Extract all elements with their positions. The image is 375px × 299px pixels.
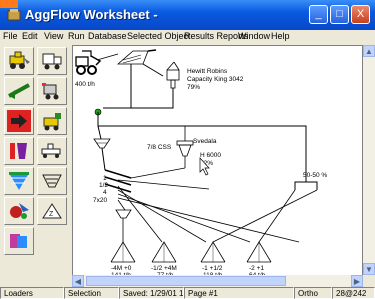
screen-icon	[9, 172, 29, 190]
wash-plant-tool[interactable]	[4, 197, 34, 225]
scroll-left-button[interactable]: ◀	[72, 275, 84, 287]
pile3-size: -1 +1/2	[202, 265, 223, 272]
grizzly-feeder-node[interactable]	[116, 49, 157, 65]
pump-tool[interactable]	[37, 137, 67, 165]
pile2-size: -1/2 +4M	[151, 265, 177, 272]
menu-run[interactable]: Run	[68, 31, 85, 41]
scroll-up-button[interactable]: ▲	[363, 45, 375, 57]
screen-size: 7x20	[93, 197, 107, 204]
stockpile-3[interactable]	[200, 241, 226, 263]
status-action: Selection	[64, 287, 119, 299]
conveyor-icon	[8, 83, 30, 99]
crusher-tool[interactable]	[4, 137, 34, 165]
screen-tool[interactable]	[4, 167, 34, 195]
crusher-icon	[10, 143, 27, 159]
menu-selected-object[interactable]: Selected Object	[127, 31, 191, 41]
hopper-node[interactable]	[93, 138, 111, 149]
accent-corner	[0, 0, 18, 8]
stockpile-2[interactable]	[151, 241, 177, 263]
menu-database[interactable]: Database	[88, 31, 127, 41]
splitter-label: 50-50 %	[303, 172, 327, 179]
menu-help[interactable]: Help	[271, 31, 290, 41]
pump-icon	[41, 143, 61, 158]
status-page: Page #1	[184, 287, 294, 299]
status-mode: Loaders	[0, 287, 64, 299]
status-coords: 28@242	[332, 287, 375, 299]
stockpile-4[interactable]	[246, 241, 272, 263]
flowsheet-drawing: 400 t/h Hewitt Robins Capacity King 3042…	[75, 49, 327, 279]
conveyor-tool[interactable]	[4, 77, 34, 105]
arrow-icon	[7, 110, 31, 132]
wash-plant-icon	[10, 203, 29, 219]
horizontal-scrollbar[interactable]: ◀ ▶	[72, 275, 363, 287]
minimize-button[interactable]: _	[309, 5, 328, 24]
screen-deck-3: 4	[103, 189, 107, 196]
menu-view[interactable]: View	[44, 31, 63, 41]
crusher1-model: Capacity King 3042	[187, 76, 244, 83]
pile4-size: -2 +1	[249, 265, 264, 272]
scroll-right-button[interactable]: ▶	[351, 275, 363, 287]
splitter-tool[interactable]	[37, 107, 67, 135]
scroll-thumb[interactable]	[86, 276, 286, 286]
screen-deck-2: 1/2	[99, 182, 108, 189]
menu-file[interactable]: File	[3, 31, 18, 41]
truck-icon	[42, 53, 62, 70]
crusher2-name: Svedala	[193, 138, 217, 145]
status-saved: Saved: 1/29/01 11:	[119, 287, 184, 299]
app-icon	[7, 9, 21, 21]
crusher1-name: Hewitt Robins	[187, 68, 228, 75]
crusher-hewitt-node[interactable]	[166, 61, 180, 89]
vertical-scrollbar[interactable]: ▲ ▼	[363, 45, 375, 275]
menu-edit[interactable]: Edit	[22, 31, 38, 41]
window-title: AggFlow Worksheet -	[25, 7, 158, 22]
menu-bar: File Edit View Run Database Selected Obj…	[0, 30, 375, 44]
crusher-svedala-node[interactable]	[176, 134, 194, 157]
pile-icon: Z	[42, 203, 62, 219]
splitter-icon	[43, 113, 61, 131]
svg-text:Z: Z	[49, 211, 54, 218]
maximize-button[interactable]: □	[330, 5, 349, 24]
crusher2-css: 7/8 CSS	[147, 144, 172, 151]
screen-deck-1: 1	[103, 175, 107, 182]
scroll-down-button[interactable]: ▼	[363, 263, 375, 275]
loader-icon	[9, 51, 30, 69]
pile-tool[interactable]: Z	[37, 197, 67, 225]
app-window: AggFlow Worksheet - _ □ X File Edit View…	[0, 0, 375, 299]
washer-icon	[42, 174, 62, 188]
truck-tool[interactable]	[37, 47, 67, 75]
title-bar: AggFlow Worksheet - _ □ X	[0, 0, 375, 30]
washer-tool[interactable]	[37, 167, 67, 195]
pile1-size: -4M +0	[111, 265, 132, 272]
arrow-tool[interactable]	[4, 107, 34, 135]
washer-node[interactable]	[115, 209, 132, 242]
bin-tool[interactable]	[4, 227, 34, 255]
bin-icon	[10, 234, 27, 248]
stockpile-1[interactable]	[110, 241, 136, 263]
flowsheet-canvas[interactable]: 400 t/h Hewitt Robins Capacity King 3042…	[72, 45, 363, 281]
menu-window[interactable]: Window	[238, 31, 270, 41]
loader-node[interactable]	[75, 50, 102, 75]
feeder-tool[interactable]	[37, 77, 67, 105]
feed-rate-label: 400 t/h	[75, 81, 95, 88]
close-button[interactable]: X	[351, 5, 370, 24]
crusher1-load: 79%	[187, 84, 200, 91]
crusher2-model: H 6000	[200, 152, 221, 159]
loader-tool[interactable]	[4, 47, 34, 75]
status-ortho: Ortho	[294, 287, 332, 299]
equipment-palette: Z	[0, 45, 72, 281]
status-bar: Loaders Selection Saved: 1/29/01 11: Pag…	[0, 287, 375, 299]
feeder-icon	[42, 83, 59, 100]
